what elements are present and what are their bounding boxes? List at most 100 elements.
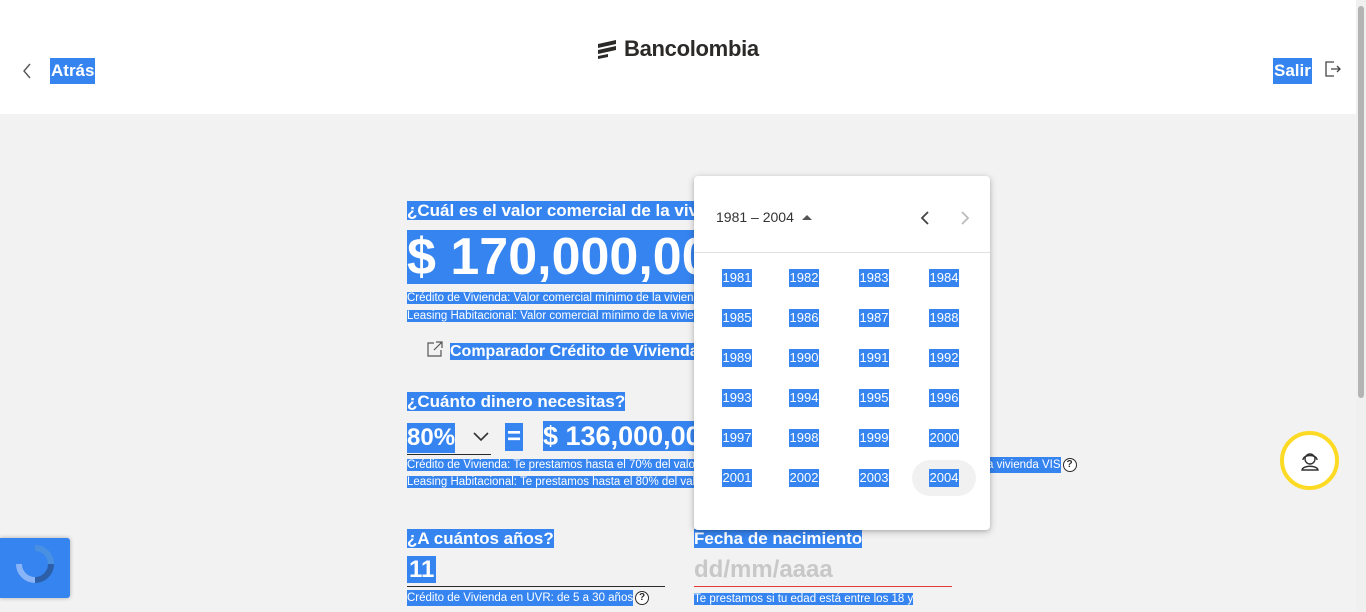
year-picker-header: 1981 – 2004	[694, 176, 990, 253]
comparator-link-label: Comparador Crédito de Vivienda y Leasing	[448, 341, 695, 363]
year-option-1988[interactable]: 1988	[912, 300, 976, 336]
percent-dropdown[interactable]: 80%	[407, 421, 491, 455]
birthdate-note-text: Te prestamos si tu edad está entre los 1…	[694, 593, 914, 605]
year-option-label: 1989	[721, 349, 753, 367]
years-question-text: ¿A cuántos años?	[407, 529, 554, 548]
year-option-2004[interactable]: 2004	[912, 460, 976, 496]
commercial-value-amount: $ 170,000,000	[407, 230, 697, 284]
year-option-label: 1993	[721, 389, 753, 407]
year-option-2001[interactable]: 2001	[705, 460, 769, 496]
year-option-2003[interactable]: 2003	[842, 460, 906, 496]
loan-amount-input[interactable]: $ 136,000,000	[543, 421, 697, 451]
year-option-1998[interactable]: 1998	[772, 420, 836, 456]
loan-note-leasing-text: Leasing Habitacional: Te prestamos hasta…	[407, 476, 697, 488]
year-option-label: 1985	[721, 309, 753, 327]
year-option-1996[interactable]: 1996	[912, 380, 976, 416]
comparator-link[interactable]: Comparador Crédito de Vivienda y Leasing	[426, 340, 695, 363]
year-option-label: 1998	[788, 429, 820, 447]
year-option-1981[interactable]: 1981	[705, 260, 769, 296]
year-option-2002[interactable]: 2002	[772, 460, 836, 496]
commercial-value-input[interactable]: $ 170,000,000	[407, 230, 697, 284]
year-option-1993[interactable]: 1993	[705, 380, 769, 416]
loan-note-vis-text: a vivienda VIS	[987, 457, 1061, 473]
year-option-1997[interactable]: 1997	[705, 420, 769, 456]
percent-value: 80%	[407, 422, 456, 453]
birthdate-input[interactable]: dd/mm/aaaa	[694, 556, 952, 587]
bancolombia-logo-icon	[598, 40, 616, 59]
year-option-label: 1994	[788, 389, 820, 407]
year-option-1991[interactable]: 1991	[842, 340, 906, 376]
scrollbar-thumb[interactable]	[1358, 6, 1364, 398]
question-circle-icon[interactable]: ?	[635, 591, 650, 605]
birthdate-question-text: Fecha de nacimiento	[694, 529, 863, 548]
year-option-1992[interactable]: 1992	[912, 340, 976, 376]
previous-range-button[interactable]	[916, 208, 934, 228]
next-range-button[interactable]	[956, 208, 974, 228]
year-option-1987[interactable]: 1987	[842, 300, 906, 336]
year-option-label: 2001	[721, 469, 753, 487]
brand-name: Bancolombia	[624, 36, 759, 61]
birthdate-question: Fecha de nacimiento	[694, 528, 863, 550]
recaptcha-icon	[16, 545, 54, 583]
year-option-1999[interactable]: 1999	[842, 420, 906, 456]
year-option-label: 1983	[858, 269, 890, 287]
year-option-label: 1991	[858, 349, 890, 367]
year-option-1982[interactable]: 1982	[772, 260, 836, 296]
year-option-label: 1999	[858, 429, 890, 447]
page-scrollbar[interactable]	[1356, 0, 1366, 612]
year-option-label: 1981	[721, 269, 753, 287]
support-button[interactable]	[1280, 431, 1339, 490]
year-option-1986[interactable]: 1986	[772, 300, 836, 336]
year-option-1983[interactable]: 1983	[842, 260, 906, 296]
year-option-1994[interactable]: 1994	[772, 380, 836, 416]
year-option-1990[interactable]: 1990	[772, 340, 836, 376]
year-range-label: 1981 – 2004	[716, 209, 794, 225]
chevron-right-icon	[961, 211, 970, 225]
commercial-value-note-leasing: Leasing Habitacional: Valor comercial mí…	[407, 308, 697, 324]
years-input[interactable]: 11	[407, 556, 665, 587]
recaptcha-badge[interactable]	[0, 538, 70, 598]
year-option-label: 1987	[858, 309, 890, 327]
year-option-label: 1997	[721, 429, 753, 447]
year-picker-popup: 1981 – 2004 1981 1982 1983 1984 1985 1986 1987…	[694, 176, 990, 530]
back-button[interactable]: Atrás	[22, 58, 96, 84]
commercial-value-question-text: ¿Cuál es el valor comercial de la vivien…	[407, 201, 697, 220]
years-note: Crédito de Vivienda en UVR: de 5 a 30 añ…	[407, 590, 650, 606]
year-option-1985[interactable]: 1985	[705, 300, 769, 336]
year-option-label: 1986	[788, 309, 820, 327]
note-credit-text: Crédito de Vivienda: Valor comercial mín…	[407, 292, 697, 304]
year-option-label: 1990	[788, 349, 820, 367]
year-range-toggle[interactable]: 1981 – 2004	[716, 209, 812, 225]
year-option-label: 1995	[858, 389, 890, 407]
year-option-label: 1984	[928, 269, 960, 287]
year-option-label: 2004	[928, 469, 960, 487]
year-option-label: 2003	[858, 469, 890, 487]
years-question: ¿A cuántos años?	[407, 528, 554, 550]
chevron-down-icon	[473, 429, 489, 447]
caret-up-icon	[801, 214, 812, 220]
commercial-value-question: ¿Cuál es el valor comercial de la vivien…	[407, 200, 697, 222]
year-option-2000[interactable]: 2000	[912, 420, 976, 456]
birthdate-placeholder: dd/mm/aaaa	[694, 556, 833, 583]
comparator-link-text: Comparador Crédito de Vivienda y Leasing	[450, 342, 695, 360]
year-option-1995[interactable]: 1995	[842, 380, 906, 416]
loan-amount-value: $ 136,000,000	[543, 421, 697, 451]
support-agent-icon	[1300, 452, 1319, 471]
logout-icon	[1324, 60, 1342, 83]
years-value: 11	[407, 556, 437, 583]
note-leasing-text: Leasing Habitacional: Valor comercial mí…	[407, 310, 697, 322]
loan-question-text: ¿Cuánto dinero necesitas?	[407, 392, 626, 411]
year-option-label: 2000	[928, 429, 960, 447]
year-option-label: 1996	[928, 389, 960, 407]
back-label: Atrás	[50, 58, 96, 84]
year-option-label: 1988	[928, 309, 960, 327]
year-option-1989[interactable]: 1989	[705, 340, 769, 376]
exit-button[interactable]: Salir	[1273, 58, 1342, 84]
loan-note-credit-text: Crédito de Vivienda: Te prestamos hasta …	[407, 459, 697, 471]
birthdate-note: Te prestamos si tu edad está entre los 1…	[694, 591, 914, 607]
loan-note-vis: a vivienda VIS ?	[987, 457, 1077, 473]
equals-sign: =	[505, 423, 523, 451]
question-circle-icon[interactable]: ?	[1062, 458, 1077, 472]
year-option-1984[interactable]: 1984	[912, 260, 976, 296]
years-note-text: Crédito de Vivienda en UVR: de 5 a 30 añ…	[407, 590, 634, 606]
